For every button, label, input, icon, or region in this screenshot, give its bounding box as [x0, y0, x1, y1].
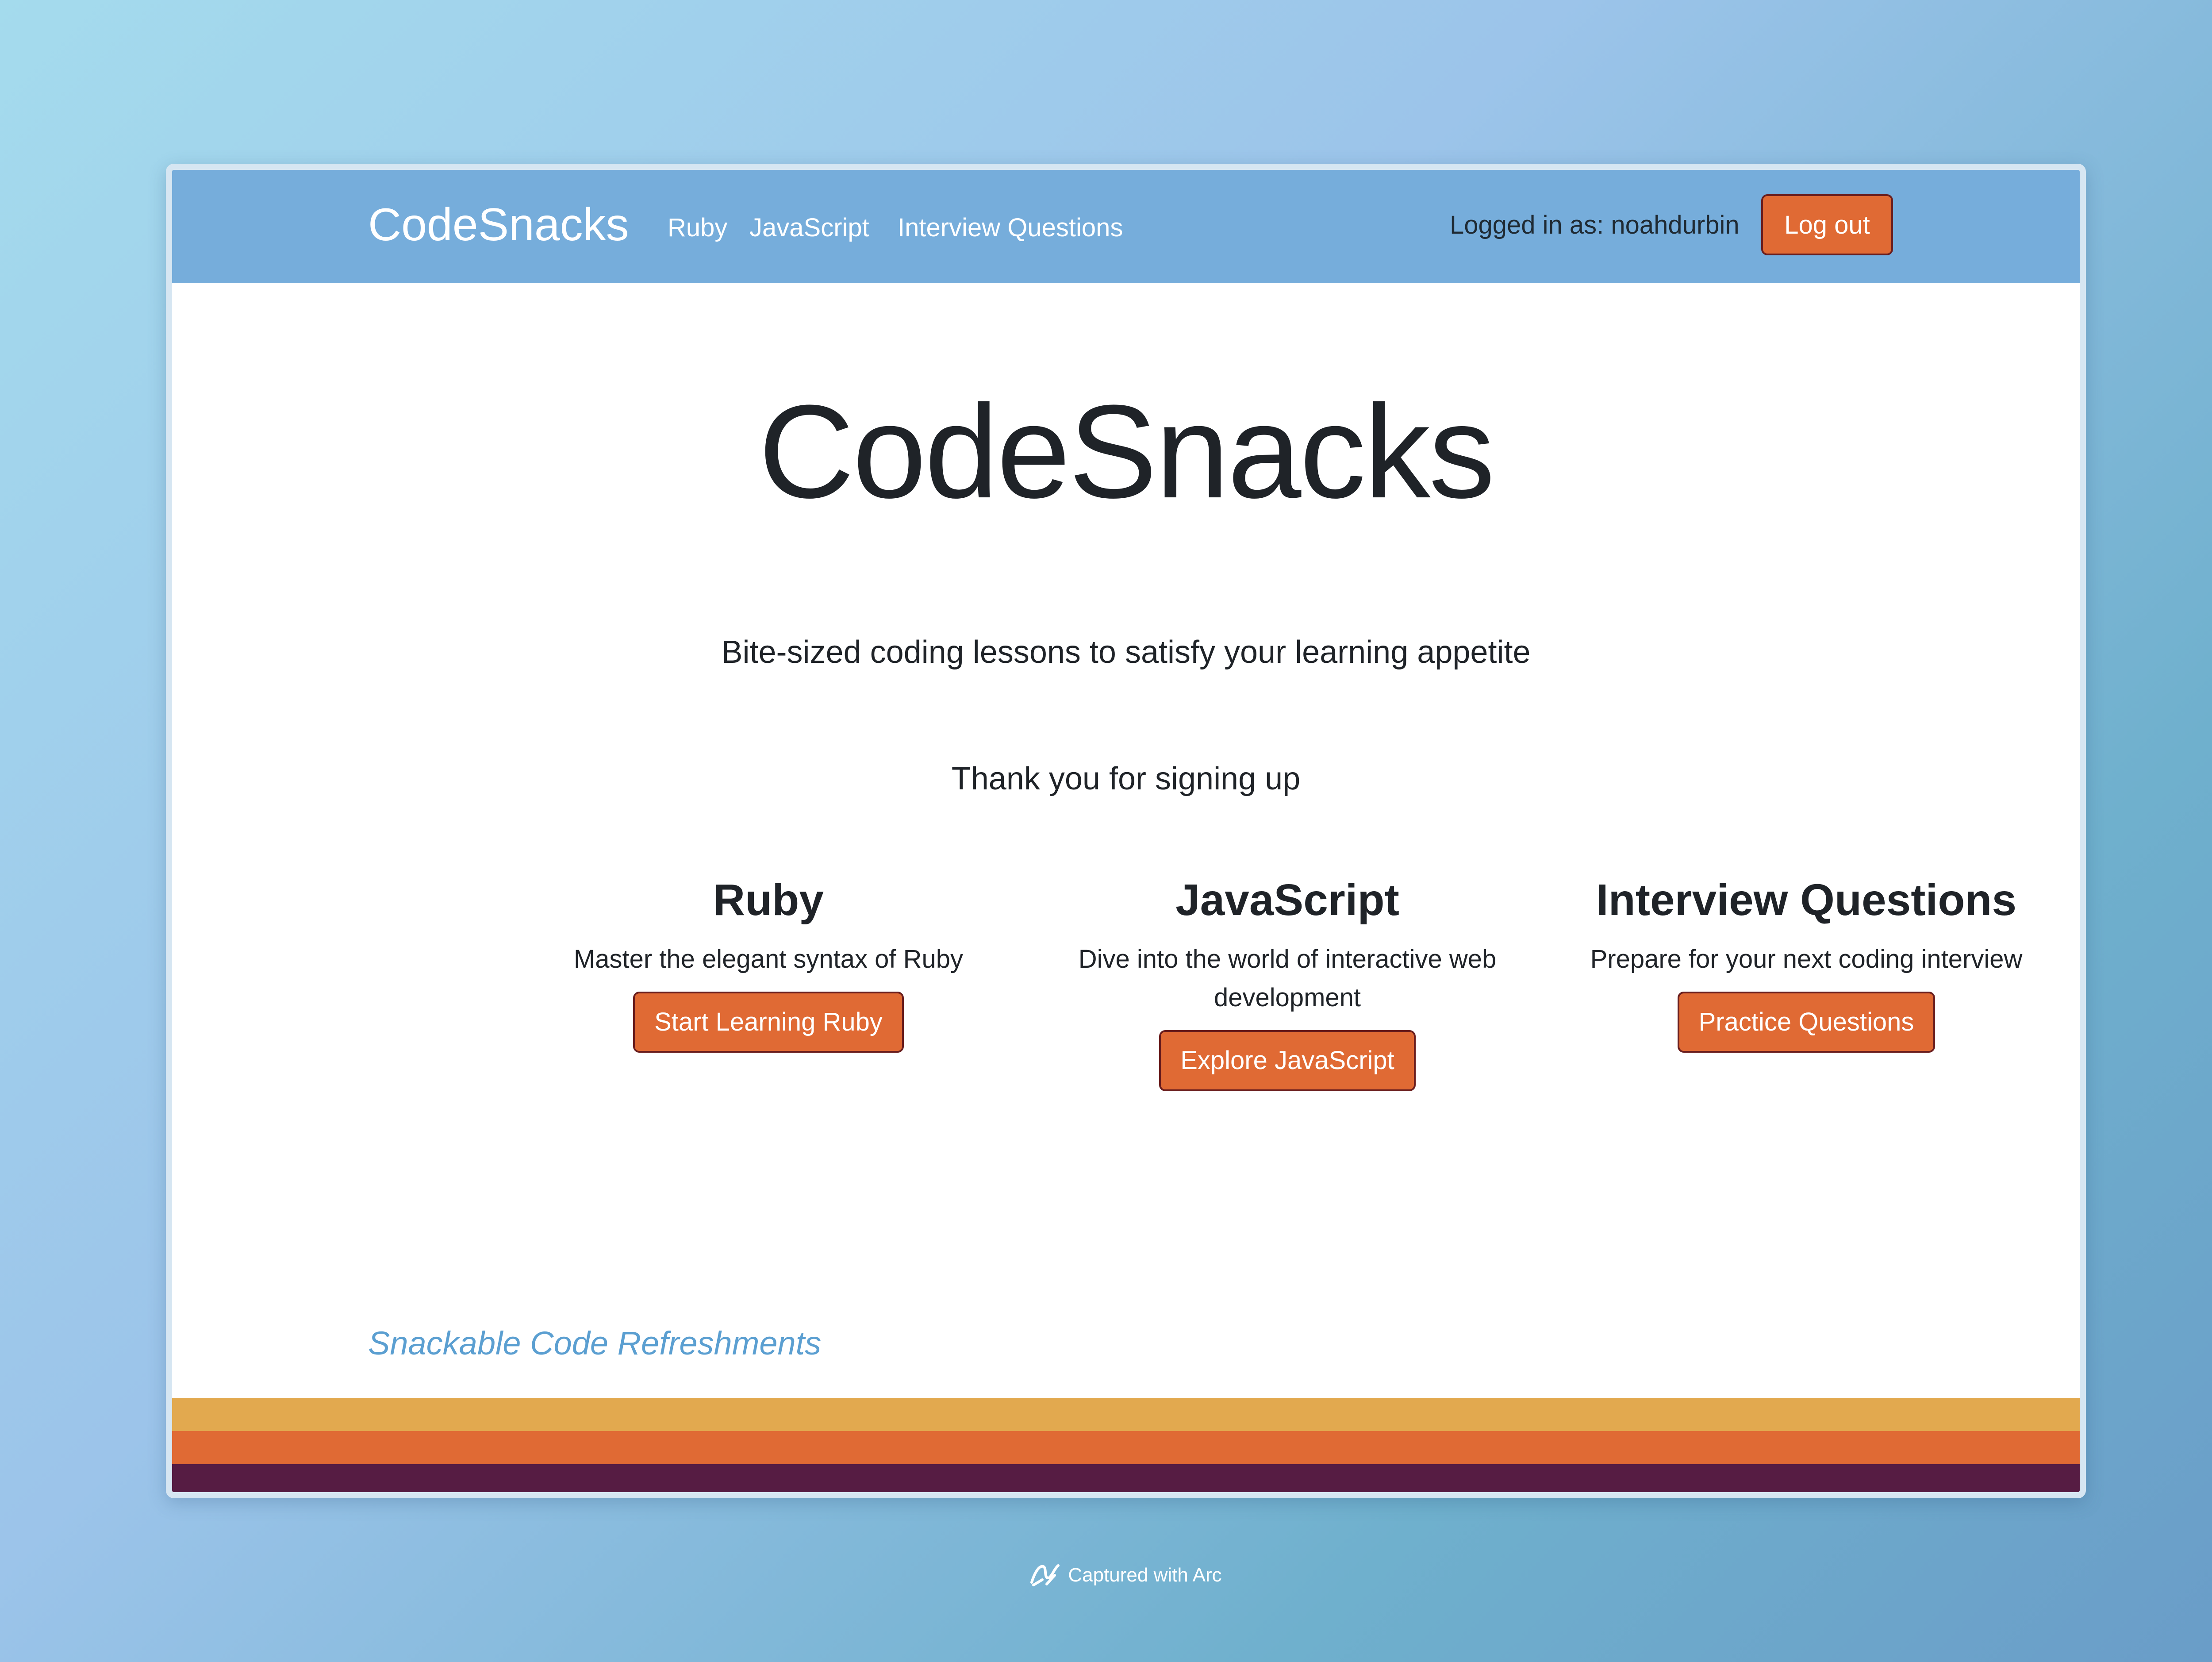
card-description: Master the elegant syntax of Ruby [573, 945, 964, 973]
browser-window: CodeSnacks Ruby JavaScript Interview Que… [166, 164, 2086, 1498]
card-interview-questions: Interview Questions Prepare for your nex… [1554, 869, 2058, 1053]
card-javascript: JavaScript Dive into the world of intera… [1035, 869, 1540, 1091]
card-description: Prepare for your next coding interview [1590, 945, 2023, 973]
signup-thanks-message: Thank you for signing up [951, 761, 1301, 796]
card-title: Ruby [713, 875, 824, 925]
footer-tagline[interactable]: Snackable Code Refreshments [368, 1320, 821, 1366]
capture-credit: Captured with Arc [0, 1562, 2212, 1589]
footer-stripe-purple [172, 1464, 2080, 1492]
card-title: JavaScript [1175, 875, 1399, 925]
practice-questions-button[interactable]: Practice Questions [1677, 992, 1936, 1053]
logout-button[interactable]: Log out [1761, 194, 1893, 255]
start-learning-ruby-button[interactable]: Start Learning Ruby [633, 992, 904, 1053]
navbar: CodeSnacks Ruby JavaScript Interview Que… [172, 170, 2080, 283]
nav-link-javascript[interactable]: JavaScript [749, 210, 869, 246]
card-description: Dive into the world of interactive web d… [1078, 945, 1497, 1012]
navbar-brand[interactable]: CodeSnacks [368, 193, 629, 258]
logged-in-status: Logged in as: noahdurbin [1450, 211, 1740, 239]
arc-logo-icon [1029, 1562, 1061, 1589]
capture-label: Captured with Arc [1068, 1564, 1222, 1586]
nav-link-ruby[interactable]: Ruby [668, 210, 727, 246]
footer-stripe-orange [172, 1431, 2080, 1464]
footer-stripe-yellow [172, 1398, 2080, 1431]
card-ruby: Ruby Master the elegant syntax of Ruby S… [516, 869, 1021, 1053]
explore-javascript-button[interactable]: Explore JavaScript [1159, 1030, 1416, 1091]
hero-subtitle: Bite-sized coding lessons to satisfy you… [721, 635, 1531, 670]
card-title: Interview Questions [1596, 875, 2017, 925]
nav-link-interview-questions[interactable]: Interview Questions [898, 210, 1123, 246]
hero-title: CodeSnacks [758, 377, 1495, 526]
